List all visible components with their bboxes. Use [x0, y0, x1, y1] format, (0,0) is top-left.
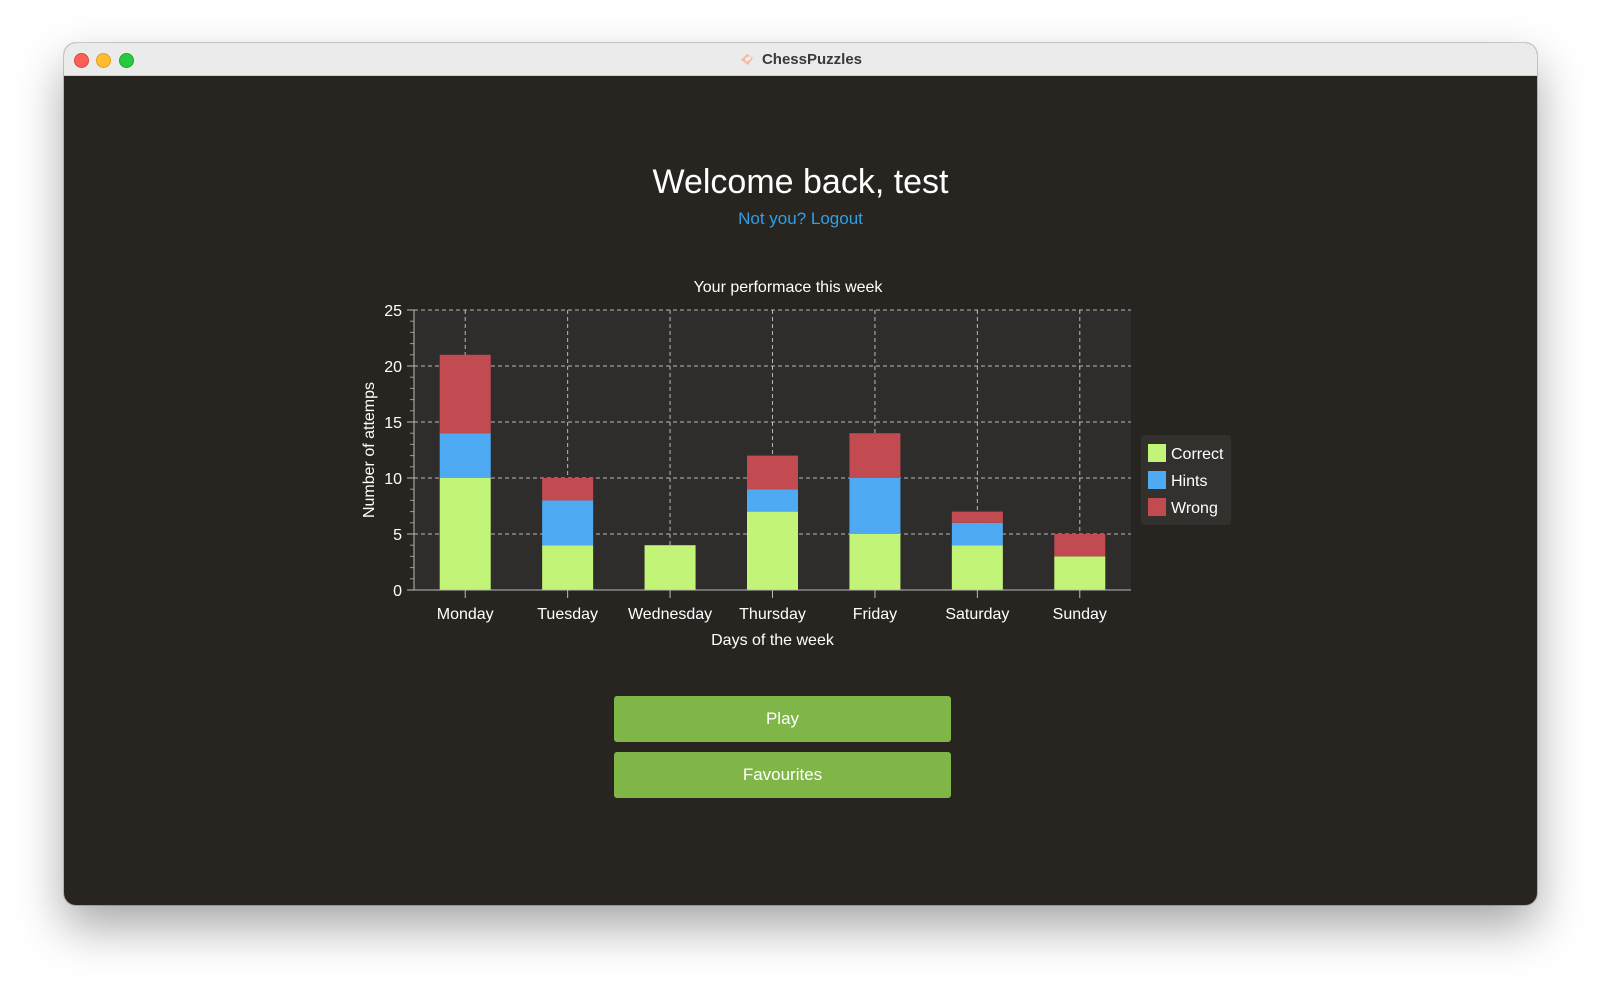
- bar-hints-friday: [849, 478, 901, 534]
- legend-label-correct: Correct: [1171, 446, 1224, 463]
- legend-label-wrong: Wrong: [1171, 500, 1218, 517]
- bar-hints-saturday: [951, 522, 1003, 546]
- y-tick-label: 0: [393, 583, 402, 600]
- bar-correct-wednesday: [644, 545, 696, 590]
- main-content: Welcome back, test Not you? Logout Your …: [64, 76, 1537, 905]
- bar-wrong-tuesday: [542, 478, 594, 501]
- bar-correct-friday: [849, 534, 901, 590]
- bar-wrong-friday: [849, 433, 901, 478]
- x-tick-label: Wednesday: [628, 606, 712, 623]
- bar-wrong-sunday: [1054, 534, 1106, 557]
- x-tick-label: Sunday: [1053, 606, 1107, 623]
- bar-hints-monday: [439, 433, 491, 478]
- x-tick-label: Tuesday: [537, 606, 598, 623]
- performance-chart: Your performace this week 0 5 10 15 20 25 Mond…: [361, 279, 1231, 649]
- chart-title: Your performace this week: [694, 279, 884, 296]
- bar-wrong-monday: [439, 354, 491, 434]
- window-title: ChessPuzzles: [761, 50, 863, 68]
- title-container: ChessPuzzles: [64, 43, 1537, 75]
- app-icon: [740, 54, 753, 65]
- bar-correct-saturday: [951, 545, 1003, 590]
- x-tick-label: Monday: [437, 606, 494, 623]
- y-tick-label: 10: [384, 471, 402, 488]
- bar-correct-tuesday: [542, 545, 594, 590]
- bar-wrong-thursday: [747, 455, 798, 490]
- y-tick-label: 15: [384, 415, 402, 432]
- y-tick-label: 5: [393, 527, 402, 544]
- bar-correct-sunday: [1054, 556, 1106, 590]
- bar-hints-tuesday: [542, 500, 594, 546]
- legend-swatch-correct: [1148, 444, 1166, 462]
- x-tick-label: Thursday: [739, 606, 806, 623]
- legend-label-hints: Hints: [1171, 473, 1207, 490]
- bar-correct-monday: [439, 478, 491, 590]
- y-tick-label: 25: [384, 303, 402, 320]
- play-button[interactable]: Play: [614, 696, 951, 742]
- bar-hints-thursday: [747, 489, 798, 512]
- x-tick-label: Friday: [853, 606, 897, 623]
- legend: Correct Hints Wrong: [1141, 435, 1231, 525]
- bar-wrong-saturday: [951, 511, 1003, 523]
- x-axis-label: Days of the week: [711, 632, 835, 649]
- y-tick-label: 20: [384, 359, 402, 376]
- legend-swatch-wrong: [1148, 498, 1166, 516]
- legend-swatch-hints: [1148, 471, 1166, 489]
- y-axis-label: Number of attemps: [361, 382, 378, 518]
- app-window: ChessPuzzles Welcome back, test Not you?…: [64, 43, 1537, 905]
- title-bar: ChessPuzzles: [64, 43, 1537, 76]
- bar-correct-thursday: [747, 511, 798, 590]
- x-tick-label: Saturday: [945, 606, 1009, 623]
- favourites-button[interactable]: Favourites: [614, 752, 951, 798]
